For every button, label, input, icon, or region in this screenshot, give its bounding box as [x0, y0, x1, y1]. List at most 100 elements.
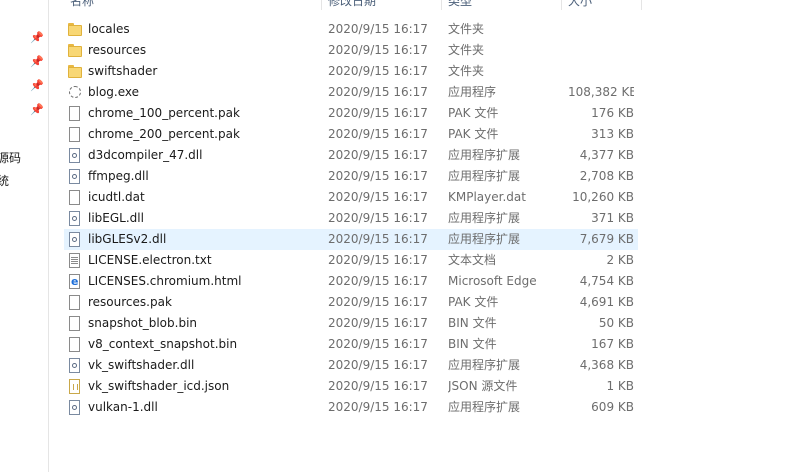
file-row[interactable]: swiftshader 2020/9/15 16:17 文件夹: [64, 61, 638, 82]
file-modified-date: 2020/9/15 16:17: [328, 64, 428, 78]
file-icon-cell: [68, 82, 84, 103]
file-icon-cell: [68, 313, 84, 334]
file-row[interactable]: vulkan-1.dll 2020/9/15 16:17 应用程序扩展 609 KB: [64, 397, 638, 418]
file-row[interactable]: resources.pak 2020/9/15 16:17 PAK 文件 4,691 …: [64, 292, 638, 313]
file-modified-date: 2020/9/15 16:17: [328, 22, 428, 36]
exe-icon: [68, 85, 82, 100]
file-modified-date: 2020/9/15 16:17: [328, 400, 428, 414]
file-name: LICENSE.electron.txt: [88, 253, 212, 267]
file-row[interactable]: LICENSE.electron.txt 2020/9/15 16:17 文本文档 2…: [64, 250, 638, 271]
file-row[interactable]: chrome_100_percent.pak 2020/9/15 16:17 PAK…: [64, 103, 638, 124]
file-name: resources: [88, 43, 147, 57]
file-icon-cell: [68, 334, 84, 355]
file-modified-date: 2020/9/15 16:17: [328, 127, 428, 141]
file-type: 文件夹: [448, 64, 485, 78]
folder-icon: [68, 44, 82, 59]
nav-item-label[interactable]: 统: [0, 173, 9, 189]
file-row[interactable]: vk_swiftshader_icd.json 2020/9/15 16:17 JS…: [64, 376, 638, 397]
file-modified-date: 2020/9/15 16:17: [328, 106, 428, 120]
file-type: PAK 文件: [448, 127, 499, 141]
file-size: 167 KB: [591, 337, 634, 351]
file-icon-cell: [68, 208, 84, 229]
file-size: [568, 19, 634, 40]
file-row[interactable]: locales 2020/9/15 16:17 文件夹: [64, 19, 638, 40]
file-size: 4,754 KB: [579, 274, 634, 288]
file-type: 文件夹: [448, 43, 485, 57]
file-modified-date: 2020/9/15 16:17: [328, 148, 428, 162]
file-row[interactable]: blog.exe 2020/9/15 16:17 应用程序 108,382 KB: [64, 82, 638, 103]
file-type: 应用程序扩展: [448, 358, 521, 372]
file-size: 2,708 KB: [579, 169, 634, 183]
file-type: 应用程序: [448, 85, 497, 99]
file-name: vk_swiftshader_icd.json: [88, 379, 230, 393]
file-icon: [68, 337, 82, 352]
file-modified-date: 2020/9/15 16:17: [328, 85, 428, 99]
file-row[interactable]: vk_swiftshader.dll 2020/9/15 16:17 应用程序扩展 4…: [64, 355, 638, 376]
file-size: 10,260 KB: [572, 190, 634, 204]
file-modified-date: 2020/9/15 16:17: [328, 43, 428, 57]
file-size: 371 KB: [591, 211, 634, 225]
file-row[interactable]: chrome_200_percent.pak 2020/9/15 16:17 PAK…: [64, 124, 638, 145]
column-header-modified[interactable]: 修改日期: [322, 0, 442, 10]
file-row[interactable]: d3dcompiler_47.dll 2020/9/15 16:17 应用程序扩展 4…: [64, 145, 638, 166]
file-modified-date: 2020/9/15 16:17: [328, 232, 428, 246]
column-header: 名称 修改日期 类型 大小: [48, 0, 807, 10]
file-name: d3dcompiler_47.dll: [88, 148, 203, 162]
column-header-name[interactable]: 名称: [64, 0, 322, 10]
file-name: chrome_200_percent.pak: [88, 127, 240, 141]
file-icon-cell: [68, 40, 84, 61]
file-row[interactable]: snapshot_blob.bin 2020/9/15 16:17 BIN 文件 50…: [64, 313, 638, 334]
pin-icon[interactable]: 📌: [29, 102, 45, 118]
file-name: ffmpeg.dll: [88, 169, 149, 183]
file-name: libEGL.dll: [88, 211, 144, 225]
json-file-icon: [68, 379, 82, 394]
file-row[interactable]: icudtl.dat 2020/9/15 16:17 KMPlayer.dat 10,…: [64, 187, 638, 208]
file-modified-date: 2020/9/15 16:17: [328, 253, 428, 267]
file-size: 7,679 KB: [579, 232, 634, 246]
file-row[interactable]: resources 2020/9/15 16:17 文件夹: [64, 40, 638, 61]
file-row[interactable]: libEGL.dll 2020/9/15 16:17 应用程序扩展 371 KB: [64, 208, 638, 229]
file-icon-cell: [68, 229, 84, 250]
file-name: chrome_100_percent.pak: [88, 106, 240, 120]
pin-icon[interactable]: 📌: [29, 78, 45, 94]
file-type: 应用程序扩展: [448, 169, 521, 183]
column-header-type[interactable]: 类型: [442, 0, 562, 10]
file-type: 应用程序扩展: [448, 211, 521, 225]
file-size: 4,691 KB: [579, 295, 634, 309]
file-name: v8_context_snapshot.bin: [88, 337, 238, 351]
file-icon-cell: [68, 376, 84, 397]
file-icon-cell: [68, 271, 84, 292]
dll-icon: [68, 211, 82, 226]
file-icon: [68, 295, 82, 310]
file-size: 176 KB: [591, 106, 634, 120]
dll-icon: [68, 148, 82, 163]
file-row[interactable]: libGLESv2.dll 2020/9/15 16:17 应用程序扩展 7,679 …: [64, 229, 638, 250]
file-icon: [68, 106, 82, 121]
file-type: PAK 文件: [448, 106, 499, 120]
file-type: PAK 文件: [448, 295, 499, 309]
file-modified-date: 2020/9/15 16:17: [328, 316, 428, 330]
column-header-size[interactable]: 大小: [562, 0, 642, 10]
file-icon-cell: [68, 166, 84, 187]
file-icon-cell: [68, 61, 84, 82]
file-row[interactable]: v8_context_snapshot.bin 2020/9/15 16:17 BI…: [64, 334, 638, 355]
file-size: 4,377 KB: [579, 148, 634, 162]
folder-icon: [68, 23, 82, 38]
file-type: BIN 文件: [448, 337, 497, 351]
file-row[interactable]: ffmpeg.dll 2020/9/15 16:17 应用程序扩展 2,708 KB: [64, 166, 638, 187]
file-row[interactable]: LICENSES.chromium.html 2020/9/15 16:17 Mic…: [64, 271, 638, 292]
file-icon-cell: [68, 103, 84, 124]
file-name: vk_swiftshader.dll: [88, 358, 195, 372]
file-icon-cell: [68, 145, 84, 166]
file-name: icudtl.dat: [88, 190, 145, 204]
text-file-icon: [68, 253, 82, 268]
file-icon-cell: [68, 187, 84, 208]
file-modified-date: 2020/9/15 16:17: [328, 337, 428, 351]
file-type: JSON 源文件: [448, 379, 518, 393]
dll-icon: [68, 169, 82, 184]
nav-item-label[interactable]: 源码: [0, 150, 21, 166]
pin-icon[interactable]: 📌: [29, 30, 45, 46]
file-size: 108,382 KB: [568, 85, 634, 99]
file-name: resources.pak: [88, 295, 172, 309]
pin-icon[interactable]: 📌: [29, 54, 45, 70]
